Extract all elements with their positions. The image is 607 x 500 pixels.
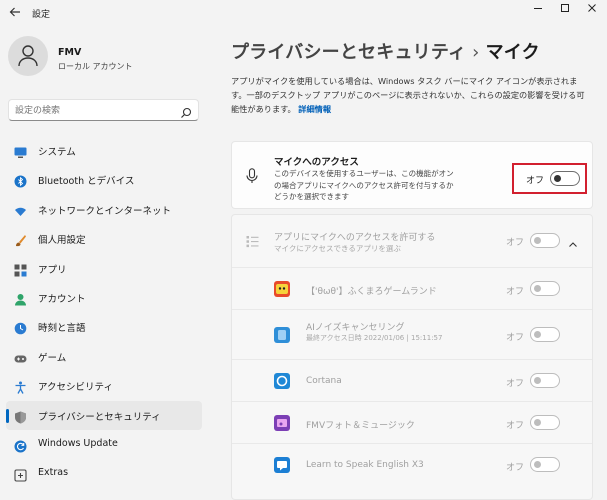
page-title: マイク: [485, 42, 540, 63]
app-name: 【'θωθ'】ふくまろゲームランド: [306, 287, 437, 297]
profile-name: FMV: [58, 47, 82, 58]
learn-english-app-icon: [274, 457, 290, 473]
gamepad-icon: [14, 350, 27, 363]
app-state-label: オフ: [506, 421, 525, 431]
app-row-ai-noise-cancel: AIノイズキャンセリング 最終アクセス日時 2022/01/06 | 15:11…: [232, 309, 592, 359]
microphone-icon: [246, 168, 258, 188]
app-toggle-cortana[interactable]: [530, 373, 560, 388]
app-toggle-ai-noise-cancel[interactable]: [530, 327, 560, 342]
app-access-toggle[interactable]: [530, 233, 560, 248]
window-title: 設定: [32, 10, 51, 20]
accessibility-icon: [14, 379, 27, 394]
apps-icon: [14, 262, 27, 277]
search-box[interactable]: [8, 99, 199, 121]
list-icon: [246, 233, 259, 252]
sidebar-item-accessibility[interactable]: アクセシビリティ: [6, 371, 202, 400]
shield-icon: [14, 409, 27, 424]
app-toggle-fmv-photo-music[interactable]: [530, 415, 560, 430]
sidebar-item-accounts[interactable]: アカウント: [6, 283, 202, 312]
search-icon[interactable]: [180, 104, 192, 123]
person-icon: [14, 291, 27, 306]
app-name: Learn to Speak English X3: [306, 460, 424, 470]
back-arrow-icon[interactable]: [8, 5, 24, 21]
person-icon: [18, 45, 38, 67]
app-state-label: オフ: [506, 379, 525, 389]
mic-access-card: マイクへのアクセス このデバイスを使用するユーザーは、この機能がオンの場合アプリ…: [231, 141, 593, 209]
app-row-cortana: Cortana オフ: [232, 359, 592, 401]
app-access-header[interactable]: アプリにマイクへのアクセスを許可する マイクにアクセスできるアプリを選ぶ オフ: [232, 215, 592, 267]
sidebar-item-gaming[interactable]: ゲーム: [6, 342, 202, 371]
ai-noise-cancel-app-icon: [274, 327, 290, 343]
sidebar-item-windows-update[interactable]: Windows Update: [6, 430, 202, 459]
monitor-icon: [14, 144, 27, 158]
sidebar-item-network[interactable]: ネットワークとインターネット: [6, 195, 202, 224]
mic-access-toggle[interactable]: [550, 171, 580, 186]
sidebar-nav: システム Bluetooth とデバイス ネットワークとインターネット 個人用設…: [0, 136, 205, 489]
minimize-icon[interactable]: [526, 2, 550, 18]
sidebar-item-bluetooth[interactable]: Bluetooth とデバイス: [6, 165, 202, 194]
cortana-app-icon: [274, 373, 290, 389]
profile-account-type: ローカル アカウント: [58, 62, 133, 71]
avatar: [8, 36, 48, 76]
page-description: アプリがマイクを使用している場合は、Windows タスク バーにマイク アイコ…: [231, 76, 585, 114]
app-toggle-fukumaro[interactable]: [530, 281, 560, 296]
learn-more-link[interactable]: 詳細情報: [298, 104, 331, 114]
app-access-panel: アプリにマイクへのアクセスを許可する マイクにアクセスできるアプリを選ぶ オフ …: [231, 214, 593, 500]
app-access-title: アプリにマイクへのアクセスを許可する: [274, 233, 436, 243]
update-icon: [14, 438, 27, 453]
sidebar-item-apps[interactable]: アプリ: [6, 254, 202, 283]
sidebar-item-extras[interactable]: Extras: [6, 459, 202, 488]
brush-icon: [14, 232, 27, 247]
bluetooth-icon: [14, 173, 27, 188]
sidebar-item-privacy-security[interactable]: プライバシーとセキュリティ: [6, 400, 202, 430]
app-row-fukumaro: 【'θωθ'】ふくまろゲームランド オフ: [232, 267, 592, 309]
mic-access-title: マイクへのアクセス: [274, 157, 359, 168]
app-row-fmv-photo-music: FMVフォト＆ミュージック オフ: [232, 401, 592, 443]
app-toggle-learn-english[interactable]: [530, 457, 560, 472]
app-state-label: オフ: [506, 333, 525, 343]
app-last-access: 最終アクセス日時 2022/01/06 | 15:11:57: [306, 334, 443, 342]
close-icon[interactable]: [580, 2, 604, 18]
app-name: Cortana: [306, 376, 342, 386]
chevron-up-icon[interactable]: [568, 235, 578, 254]
app-access-subtitle: マイクにアクセスできるアプリを選ぶ: [274, 244, 401, 253]
breadcrumb-parent[interactable]: プライバシーとセキュリティ: [231, 42, 466, 63]
sidebar-item-personalization[interactable]: 個人用設定: [6, 224, 202, 253]
globe-clock-icon: [14, 320, 27, 335]
app-state-label: オフ: [506, 287, 525, 297]
extras-icon: [14, 467, 27, 482]
mic-access-description: このデバイスを使用するユーザーは、この機能がオンの場合アプリにマイクへのアクセス…: [274, 169, 454, 201]
maximize-icon[interactable]: [553, 2, 577, 18]
sidebar-item-system[interactable]: システム: [6, 136, 202, 165]
search-input[interactable]: [15, 103, 175, 118]
wifi-icon: [14, 203, 27, 216]
fukumaro-app-icon: [274, 281, 290, 297]
mic-access-toggle-highlight: オフ: [512, 163, 587, 194]
breadcrumb: プライバシーとセキュリティ › マイク: [231, 38, 540, 64]
app-state-label: オフ: [506, 463, 525, 473]
app-name: FMVフォト＆ミュージック: [306, 421, 415, 431]
title-bar: 設定: [0, 0, 607, 28]
breadcrumb-separator: ›: [472, 42, 480, 63]
sidebar-item-time-language[interactable]: 時刻と言語: [6, 312, 202, 341]
app-name: AIノイズキャンセリング: [306, 323, 405, 333]
app-access-state-label: オフ: [506, 238, 525, 248]
fmv-photo-music-app-icon: [274, 415, 290, 431]
mic-access-state-label: オフ: [526, 176, 545, 186]
app-row-learn-english: Learn to Speak English X3 オフ: [232, 443, 592, 485]
